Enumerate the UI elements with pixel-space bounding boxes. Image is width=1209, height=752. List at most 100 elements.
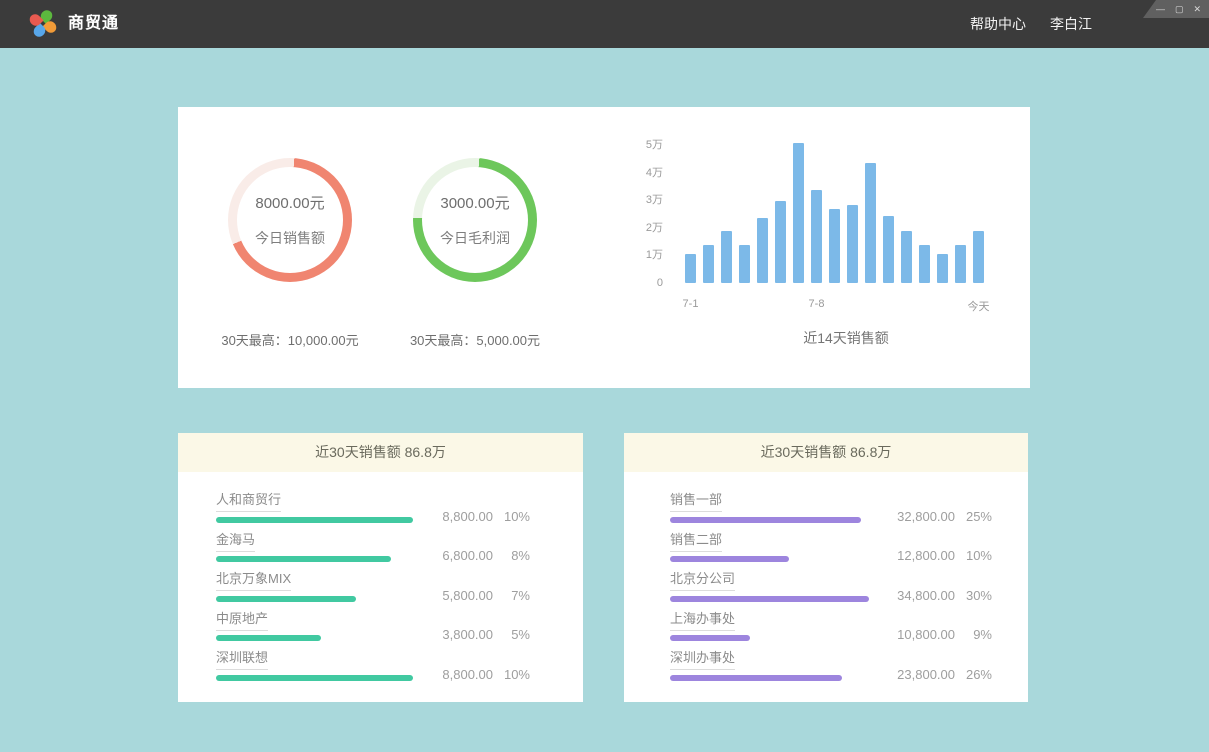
y-tick-label: 3万 xyxy=(633,193,663,207)
ranking-label[interactable]: 上海办事处 xyxy=(670,608,735,631)
bar xyxy=(973,231,984,283)
ranking-percent: 8% xyxy=(493,548,530,563)
ranking-value: 3,800.005% xyxy=(423,627,530,642)
bar xyxy=(955,245,966,284)
ranking-value: 5,800.007% xyxy=(423,588,530,603)
ranking-amount: 3,800.00 xyxy=(423,627,493,642)
donut-center: 8000.00元 今日销售额 xyxy=(237,167,343,273)
ranking-amount: 10,800.00 xyxy=(885,627,955,642)
gauge-footnote: 30天最高：10,000.00元 xyxy=(200,330,380,349)
ranking-row: 北京分公司 34,800.0030% xyxy=(670,567,1028,607)
ranking-bar xyxy=(670,675,842,681)
bar xyxy=(757,218,768,283)
ranking-percent: 9% xyxy=(955,627,992,642)
ranking-label[interactable]: 深圳联想 xyxy=(216,647,268,670)
ranking-amount: 34,800.00 xyxy=(885,588,955,603)
ranking-value: 8,800.0010% xyxy=(423,509,530,524)
ranking-label[interactable]: 北京万象MIX xyxy=(216,568,291,591)
x-tick-label: 今天 xyxy=(968,298,990,314)
gauge-label: 今日销售额 xyxy=(255,228,325,248)
ranking-amount: 8,800.00 xyxy=(423,667,493,682)
ranking-label[interactable]: 深圳办事处 xyxy=(670,647,735,670)
ranking-percent: 7% xyxy=(493,588,530,603)
card-header: 近30天销售额 86.8万 xyxy=(624,433,1028,472)
card-header: 近30天销售额 86.8万 xyxy=(178,433,583,472)
maximize-button[interactable]: ▢ xyxy=(1175,0,1184,18)
app-title: 商贸通 xyxy=(68,0,119,48)
bar xyxy=(847,205,858,283)
ranking-percent: 30% xyxy=(955,588,992,603)
ranking-percent: 10% xyxy=(955,548,992,563)
bar xyxy=(793,143,804,283)
ranking-row: 中原地产 3,800.005% xyxy=(216,607,583,647)
ranking-row: 人和商贸行 8,800.0010% xyxy=(216,488,583,528)
customer-ranking-card: 近30天销售额 86.8万 人和商贸行 8,800.0010% 金海马 6,80… xyxy=(178,433,583,702)
ranking-label[interactable]: 北京分公司 xyxy=(670,568,735,591)
minimize-button[interactable]: — xyxy=(1156,0,1165,18)
ranking-bar xyxy=(216,596,356,602)
ranking-row: 深圳办事处 23,800.0026% xyxy=(670,646,1028,686)
ranking-bar xyxy=(670,635,750,641)
help-center-link[interactable]: 帮助中心 xyxy=(970,14,1026,34)
ranking-value: 34,800.0030% xyxy=(885,588,992,603)
today-summary-card: 8000.00元 今日销售额 30天最高：10,000.00元 3000.00元… xyxy=(178,107,1030,388)
ranking-value: 32,800.0025% xyxy=(885,509,992,524)
donut-ring-profit: 3000.00元 今日毛利润 xyxy=(413,158,537,282)
y-tick-label: 5万 xyxy=(633,138,663,152)
department-ranking-list: 销售一部 32,800.0025% 销售二部 12,800.0010% 北京分公… xyxy=(624,472,1028,686)
gauge-value: 3000.00元 xyxy=(440,192,509,213)
ranking-row: 销售二部 12,800.0010% xyxy=(670,528,1028,568)
card-title: 近30天销售额 86.8万 xyxy=(761,444,892,460)
ranking-bar xyxy=(670,517,861,523)
user-menu[interactable]: 李白江 xyxy=(1050,14,1092,34)
ranking-percent: 25% xyxy=(955,509,992,524)
ranking-value: 10,800.009% xyxy=(885,627,992,642)
gauge-label: 今日毛利润 xyxy=(440,228,510,248)
ranking-row: 北京万象MIX 5,800.007% xyxy=(216,567,583,607)
bar xyxy=(811,190,822,284)
gauge-value: 8000.00元 xyxy=(255,192,324,213)
chart-title: 近14天销售额 xyxy=(803,328,889,348)
ranking-amount: 5,800.00 xyxy=(423,588,493,603)
ranking-row: 深圳联想 8,800.0010% xyxy=(216,646,583,686)
ranking-value: 23,800.0026% xyxy=(885,667,992,682)
ranking-label[interactable]: 中原地产 xyxy=(216,608,268,631)
ranking-row: 金海马 6,800.008% xyxy=(216,528,583,568)
ranking-amount: 6,800.00 xyxy=(423,548,493,563)
bar xyxy=(685,254,696,283)
ranking-row: 上海办事处 10,800.009% xyxy=(670,607,1028,647)
ranking-value: 12,800.0010% xyxy=(885,548,992,563)
today-sales-gauge: 8000.00元 今日销售额 30天最高：10,000.00元 xyxy=(200,158,380,349)
app-logo-icon xyxy=(29,10,57,38)
bar xyxy=(829,209,840,283)
ranking-value: 6,800.008% xyxy=(423,548,530,563)
ranking-label[interactable]: 人和商贸行 xyxy=(216,489,281,512)
donut-ring-sales: 8000.00元 今日销售额 xyxy=(228,158,352,282)
ranking-bar xyxy=(670,556,789,562)
ranking-bar xyxy=(216,635,321,641)
ranking-value: 8,800.0010% xyxy=(423,667,530,682)
close-button[interactable]: ✕ xyxy=(1193,0,1201,18)
bar xyxy=(883,216,894,283)
ranking-bar xyxy=(670,596,869,602)
today-profit-gauge: 3000.00元 今日毛利润 30天最高：5,000.00元 xyxy=(385,158,565,349)
y-tick-label: 4万 xyxy=(633,166,663,180)
bar xyxy=(937,254,948,283)
ranking-label[interactable]: 销售二部 xyxy=(670,529,722,552)
ranking-label[interactable]: 金海马 xyxy=(216,529,255,552)
ranking-label[interactable]: 销售一部 xyxy=(670,489,722,512)
ranking-percent: 5% xyxy=(493,627,530,642)
gauge-footnote: 30天最高：5,000.00元 xyxy=(385,330,565,349)
bar-chart-bars xyxy=(685,142,991,283)
department-ranking-card: 近30天销售额 86.8万 销售一部 32,800.0025% 销售二部 12,… xyxy=(624,433,1028,702)
app-header: 商贸通 帮助中心 李白江 — ▢ ✕ xyxy=(0,0,1209,48)
ranking-amount: 8,800.00 xyxy=(423,509,493,524)
ranking-percent: 10% xyxy=(493,667,530,682)
ranking-bar xyxy=(216,517,413,523)
ranking-amount: 32,800.00 xyxy=(885,509,955,524)
ranking-percent: 26% xyxy=(955,667,992,682)
bar xyxy=(865,163,876,283)
bar xyxy=(739,245,750,284)
ranking-bar xyxy=(216,556,391,562)
y-tick-label: 1万 xyxy=(633,248,663,262)
